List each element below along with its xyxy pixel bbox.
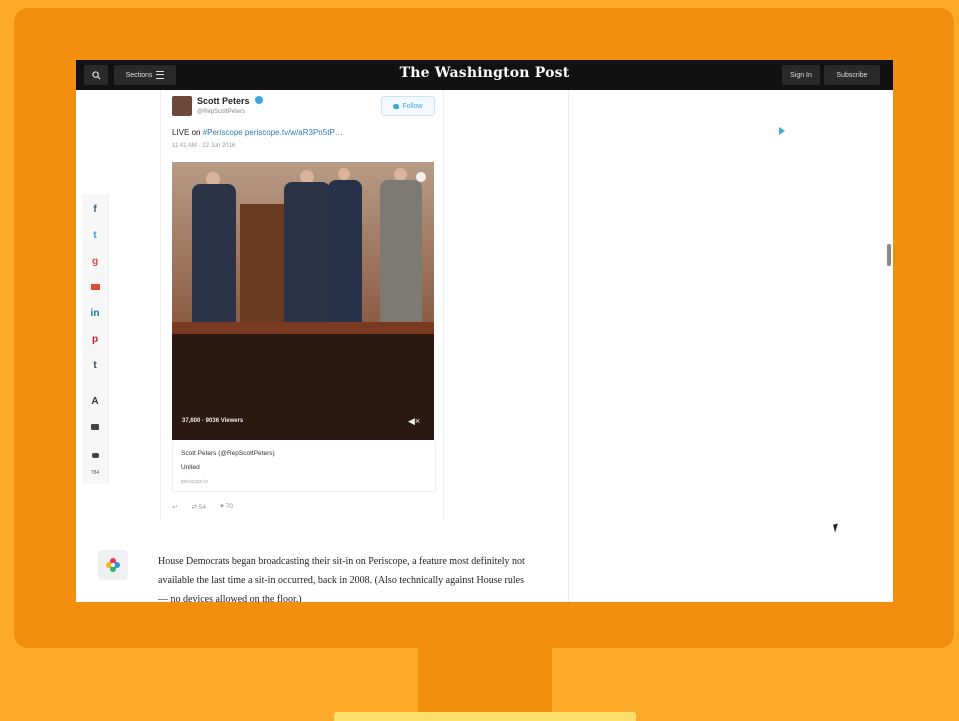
like-icon: ♥ xyxy=(219,503,224,510)
follow-button[interactable]: Follow xyxy=(381,96,435,116)
video-scene-head xyxy=(338,168,350,180)
like-count: 70 xyxy=(225,503,233,510)
google-plus-icon[interactable]: g xyxy=(86,252,104,270)
volume-icon[interactable]: ◀× xyxy=(408,416,420,427)
comment-count: 784 xyxy=(90,470,100,476)
tweet-card-domain: periscope.tv xyxy=(181,479,208,485)
tweet-author-handle[interactable]: @RepScottPeters xyxy=(197,109,245,115)
tweet-link[interactable]: #Periscope periscope.tv/w/aR3Pn5tP… xyxy=(203,128,343,137)
periscope-video[interactable]: 37,600 · 9036 Viewers ◀× xyxy=(172,162,434,440)
retweet-count: 54 xyxy=(198,504,206,511)
follow-label: Follow xyxy=(402,102,423,110)
site-logo[interactable]: The Washington Post xyxy=(76,65,893,81)
monitor-stand-base xyxy=(334,712,636,721)
video-scene-person xyxy=(328,180,362,324)
tweet-actions: ↩ ⇄ 54 ♥ 70 xyxy=(172,503,233,511)
linkedin-icon[interactable]: in xyxy=(86,304,104,322)
reply-icon[interactable]: ↩ xyxy=(172,503,177,511)
browser-screen: Sections The Washington Post Sign In Sub… xyxy=(76,60,893,602)
twitter-icon[interactable]: t xyxy=(86,226,104,244)
ad-choices-icon[interactable] xyxy=(779,127,785,135)
sign-in-button[interactable]: Sign In xyxy=(782,65,820,85)
article-paragraph: House Democrats began broadcasting their… xyxy=(158,556,525,602)
retweet-button[interactable]: ⇄ 54 xyxy=(191,503,206,511)
share-rail: f t g in p t A 784 xyxy=(82,194,109,484)
monitor-stand-neck xyxy=(418,646,552,712)
heart-icon[interactable] xyxy=(416,172,426,182)
author-badge[interactable] xyxy=(98,550,128,580)
video-scene-rail xyxy=(172,322,434,334)
like-button[interactable]: ♥ 70 xyxy=(220,503,233,511)
facebook-icon[interactable]: f xyxy=(86,200,104,218)
video-viewer-count: 37,600 · 9036 Viewers xyxy=(182,418,244,424)
video-scene-person xyxy=(284,182,330,324)
email-icon[interactable] xyxy=(86,278,104,296)
tweet-text: LIVE on #Periscope periscope.tv/w/aR3Pn5… xyxy=(172,128,343,137)
tweet-card[interactable] xyxy=(172,441,436,492)
video-scene-floor xyxy=(172,334,434,440)
subscribe-button[interactable]: Subscribe xyxy=(824,65,880,85)
print-icon[interactable] xyxy=(86,418,104,436)
tweet-author-name[interactable]: Scott Peters xyxy=(197,96,250,106)
avatar[interactable] xyxy=(172,96,192,116)
embedded-tweet: Scott Peters @RepScottPeters Follow LIVE… xyxy=(160,90,444,520)
video-scene-person xyxy=(192,184,236,324)
tweet-card-subtitle: United xyxy=(181,464,200,471)
verified-icon xyxy=(255,96,263,104)
retweet-icon: ⇄ xyxy=(191,504,197,511)
tweet-card-title[interactable]: Scott Peters (@RepScottPeters) xyxy=(181,450,275,457)
pinterest-icon[interactable]: p xyxy=(86,330,104,348)
flower-logo-icon xyxy=(106,558,120,572)
comments-icon[interactable] xyxy=(86,446,104,464)
mouse-cursor-icon xyxy=(833,523,840,533)
site-header: Sections The Washington Post Sign In Sub… xyxy=(76,60,893,90)
tweet-timestamp[interactable]: 11:41 AM · 22 Jun 2016 xyxy=(172,143,235,149)
tumblr-icon[interactable]: t xyxy=(86,356,104,374)
text-size-icon[interactable]: A xyxy=(86,392,104,410)
page-scrollbar[interactable] xyxy=(887,244,891,266)
column-divider xyxy=(568,90,569,602)
tweet-text-prefix: LIVE on xyxy=(172,128,203,137)
twitter-bird-icon xyxy=(393,103,400,109)
video-scene-person xyxy=(380,180,422,326)
